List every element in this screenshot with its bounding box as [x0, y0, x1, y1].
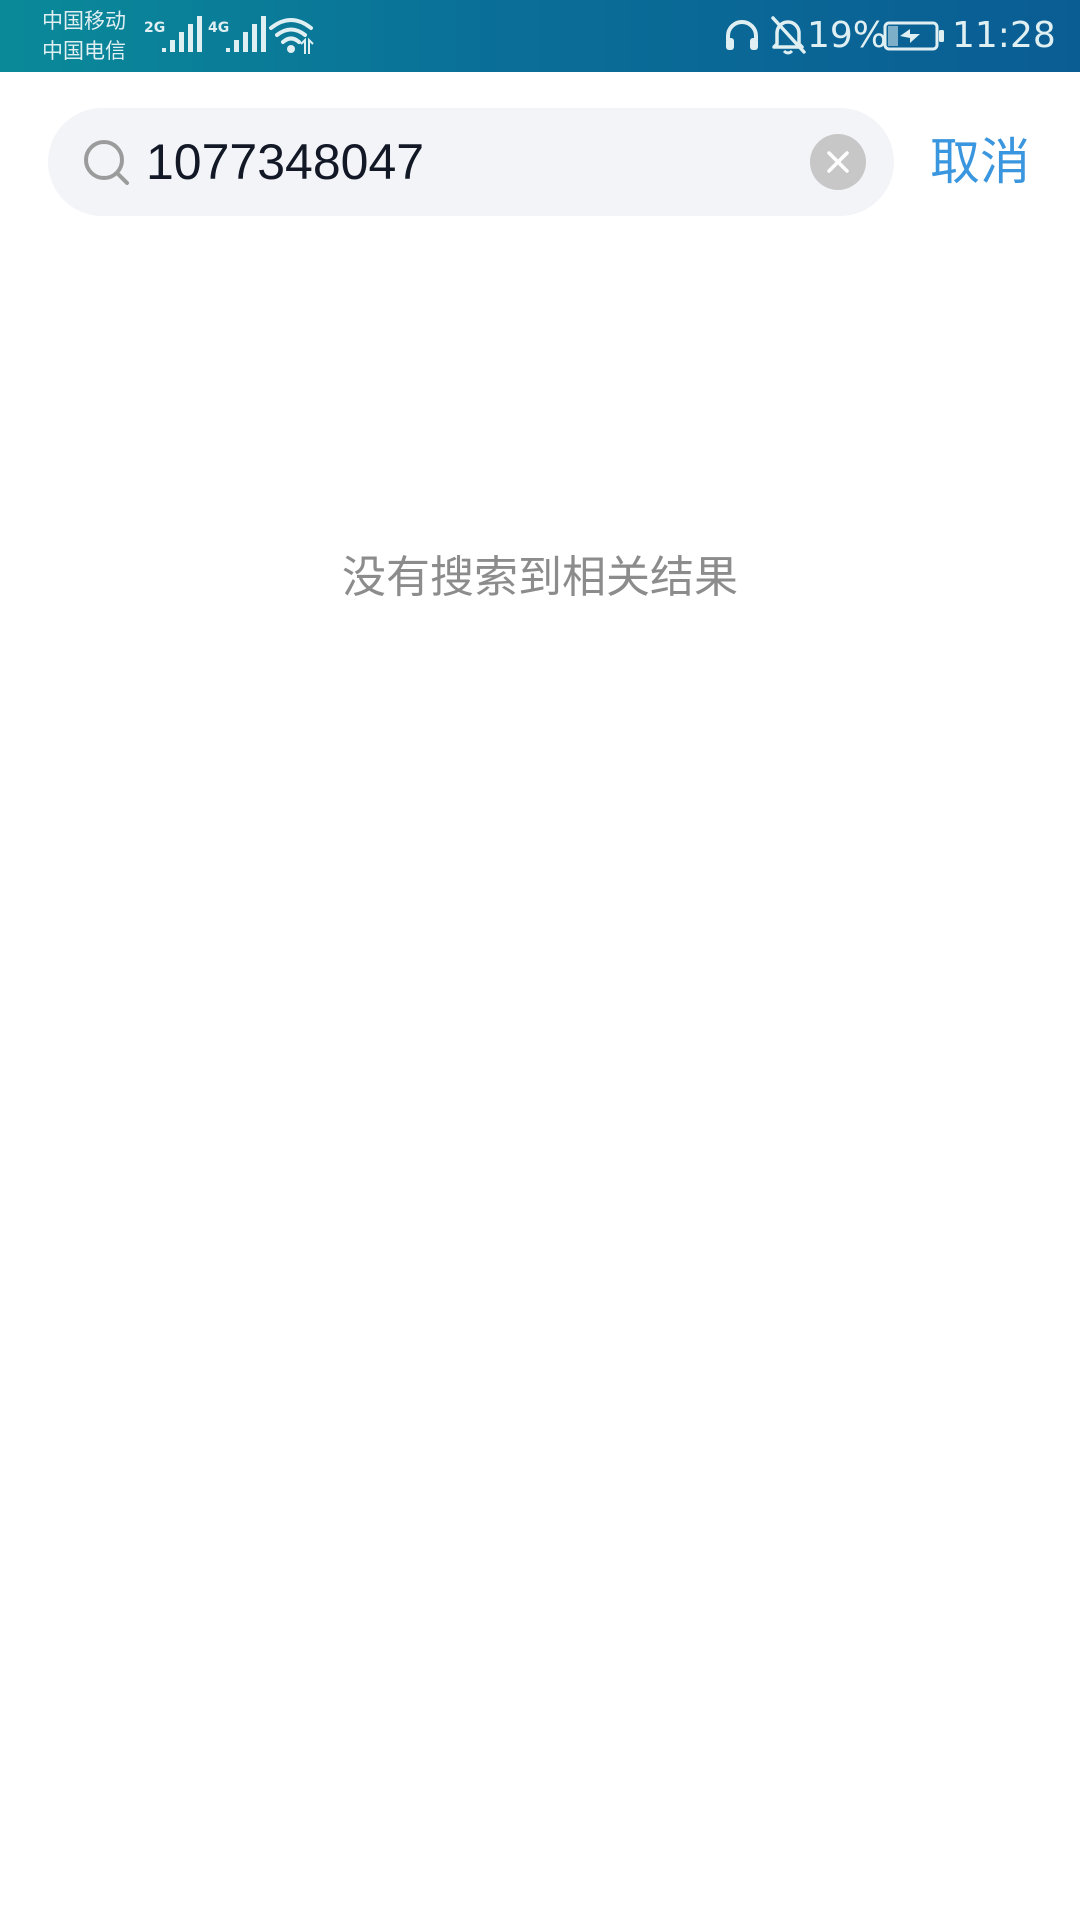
carrier-2: 中国电信	[42, 39, 126, 63]
wifi-icon	[269, 18, 314, 54]
cancel-button[interactable]: 取消	[930, 132, 1030, 192]
carrier-names: 中国移动 中国电信	[42, 6, 142, 66]
close-icon	[827, 151, 849, 173]
clear-search-button[interactable]	[810, 134, 866, 190]
sim1-network-label: 2G	[144, 20, 165, 36]
search-bar[interactable]	[48, 108, 894, 216]
status-bar: 中国移动 中国电信 2G 4G 19% 11:28	[0, 0, 1080, 72]
bell-off-icon	[771, 16, 806, 55]
search-input[interactable]	[146, 135, 746, 189]
carrier-1: 中国移动	[42, 9, 126, 33]
signal-icon: 4G	[208, 16, 266, 52]
battery-percent: 19%	[807, 15, 888, 56]
battery-charging-icon	[883, 21, 944, 51]
signal-icon: 2G	[144, 16, 202, 52]
search-icon	[84, 140, 129, 185]
clock: 11:28	[952, 15, 1056, 56]
sim2-network-label: 4G	[208, 20, 229, 36]
empty-results-message: 没有搜索到相关结果	[342, 552, 738, 603]
headset-icon	[726, 20, 758, 50]
